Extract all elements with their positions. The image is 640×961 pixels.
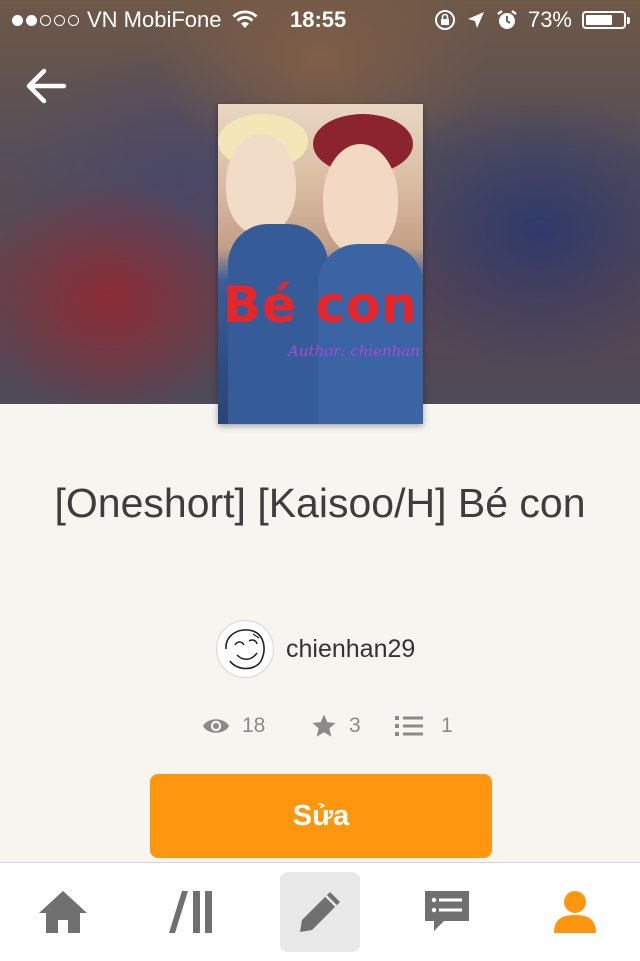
author-link[interactable]: chienhan29 <box>216 619 415 679</box>
tab-home[interactable] <box>23 872 103 952</box>
rotation-lock-icon <box>434 10 455 30</box>
parts-stat: 1 <box>395 706 453 746</box>
author-avatar[interactable] <box>216 620 274 678</box>
cover-title-text: Bé con <box>222 276 418 334</box>
tab-library[interactable] <box>152 872 232 952</box>
views-count: 18 <box>242 714 266 737</box>
story-cover-image[interactable]: Bé con Author: chienhan <box>218 104 423 424</box>
pencil-icon <box>300 892 340 932</box>
alarm-icon <box>497 10 517 29</box>
avatar-sketch-face-icon <box>225 629 265 670</box>
user-icon <box>554 891 596 933</box>
parts-count: 1 <box>441 714 453 737</box>
wifi-icon <box>232 10 258 28</box>
status-bar: VN MobiFone 18:55 73% <box>0 0 640 40</box>
clock: 18:55 <box>290 7 347 32</box>
arrow-left-icon <box>26 68 67 104</box>
star-icon <box>312 714 336 737</box>
votes-count: 3 <box>349 714 361 737</box>
signal-strength-icon <box>12 14 79 26</box>
battery-percent: 73% <box>527 7 572 32</box>
bottom-tab-bar <box>0 862 640 961</box>
story-stats: 18 3 1 <box>0 706 640 746</box>
tab-messages[interactable] <box>407 872 487 952</box>
back-button[interactable] <box>20 60 72 112</box>
cover-author-text: Author: chienhan <box>288 342 420 360</box>
views-stat: 18 <box>202 706 265 746</box>
tab-write[interactable] <box>280 872 360 952</box>
location-arrow-icon <box>467 12 484 28</box>
chat-icon <box>425 891 469 931</box>
story-title: [Oneshort] [Kaisoo/H] Bé con <box>54 480 586 526</box>
tab-profile[interactable] <box>535 872 615 952</box>
home-icon <box>39 891 87 933</box>
votes-stat: 3 <box>311 706 361 746</box>
author-name[interactable]: chienhan29 <box>286 635 415 664</box>
list-icon <box>395 716 423 736</box>
library-icon <box>169 891 212 933</box>
edit-story-button[interactable]: Sửa <box>150 774 492 858</box>
battery-icon <box>582 11 630 29</box>
eye-icon <box>203 719 229 733</box>
carrier-name: VN MobiFone <box>87 7 222 32</box>
